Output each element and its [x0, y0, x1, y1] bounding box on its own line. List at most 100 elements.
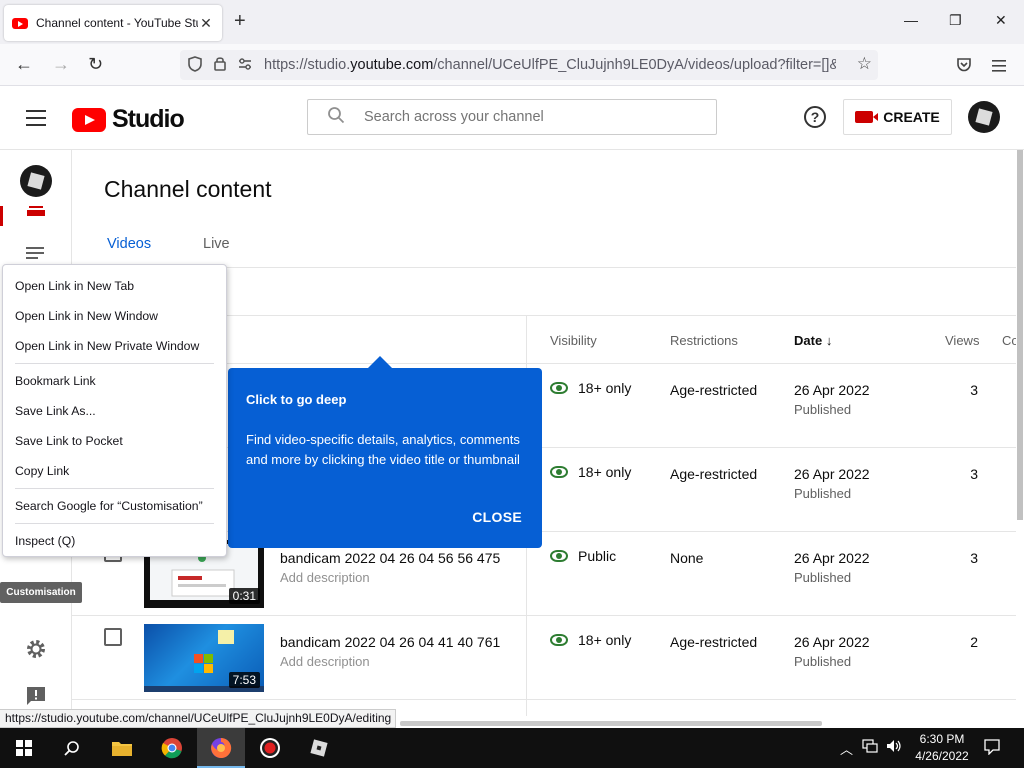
help-icon[interactable]: ?	[804, 106, 826, 128]
tray-chevron-icon[interactable]: ︿	[840, 739, 853, 758]
video-title[interactable]: bandicam 2022 04 26 04 56 56 475	[280, 550, 500, 566]
date-cell: 26 Apr 2022	[794, 634, 870, 650]
menu-icon[interactable]	[992, 56, 1006, 77]
windows-start-icon[interactable]	[0, 728, 48, 768]
video-description[interactable]: Add description	[280, 570, 370, 585]
youtube-play-icon	[72, 107, 106, 132]
permissions-icon[interactable]	[238, 57, 252, 73]
menu-separator	[15, 523, 214, 524]
views-cell: 3	[970, 550, 978, 566]
taskbar-search-icon[interactable]	[48, 728, 96, 768]
video-description[interactable]: Add description	[280, 654, 370, 669]
status-cell: Published	[794, 570, 852, 585]
menu-item-save-to-pocket[interactable]: Save Link to Pocket	[3, 426, 226, 456]
firefox-icon[interactable]	[197, 728, 245, 768]
callout-heading: Click to go deep	[246, 392, 347, 407]
customisation-tooltip: Customisation	[0, 582, 82, 603]
window-close-button[interactable]: ✕	[995, 12, 1007, 29]
feedback-icon[interactable]	[25, 685, 47, 707]
back-button[interactable]: ←	[15, 54, 33, 75]
restrictions-cell: None	[670, 550, 704, 566]
browser-tab[interactable]: Channel content - YouTube Stu ✕	[4, 5, 222, 41]
video-duration: 0:31	[228, 588, 260, 604]
menu-item-inspect[interactable]: Inspect (Q)	[3, 526, 226, 556]
network-icon[interactable]	[862, 739, 878, 756]
menu-item-search-google[interactable]: Search Google for “Customisation”	[3, 491, 226, 521]
menu-item-save-link-as[interactable]: Save Link As...	[3, 396, 226, 426]
column-views: Views	[945, 333, 980, 348]
tab-live[interactable]: Live	[203, 236, 230, 252]
views-cell: 2	[970, 634, 978, 650]
hamburger-menu-icon[interactable]	[26, 110, 46, 126]
roblox-icon[interactable]	[295, 728, 343, 768]
pocket-icon[interactable]	[956, 56, 972, 77]
browser-tab-bar: Channel content - YouTube Stu ✕ + — ❐ ✕	[0, 0, 1024, 44]
create-label: CREATE	[883, 109, 940, 125]
content-icon[interactable]	[25, 204, 47, 226]
search-input[interactable]	[364, 109, 694, 125]
menu-item-open-private-window[interactable]: Open Link in New Private Window	[3, 331, 226, 361]
context-menu: Open Link in New Tab Open Link in New Wi…	[2, 264, 227, 557]
search-icon[interactable]	[308, 106, 364, 129]
video-duration: 7:53	[228, 672, 260, 688]
menu-item-copy-link[interactable]: Copy Link	[3, 456, 226, 486]
horizontal-scrollbar[interactable]	[400, 721, 822, 726]
menu-item-open-new-window[interactable]: Open Link in New Window	[3, 301, 226, 331]
eye-icon	[550, 550, 568, 562]
callout-close-button[interactable]: CLOSE	[472, 509, 522, 525]
chrome-icon[interactable]	[148, 728, 196, 768]
new-tab-button[interactable]: +	[234, 10, 246, 33]
menu-item-open-new-tab[interactable]: Open Link in New Tab	[3, 271, 226, 301]
video-title[interactable]: bandicam 2022 04 26 04 41 40 761	[280, 634, 500, 650]
column-visibility: Visibility	[550, 333, 597, 348]
shield-icon[interactable]	[188, 55, 202, 75]
minimize-button[interactable]: —	[904, 12, 918, 28]
column-date[interactable]: Date ↓	[794, 333, 832, 348]
column-restrictions: Restrictions	[670, 333, 738, 348]
eye-icon	[550, 382, 568, 394]
tab-close-icon[interactable]: ✕	[198, 15, 214, 32]
settings-gear-icon[interactable]	[25, 638, 47, 660]
bandicam-record-icon[interactable]	[246, 728, 294, 768]
reload-button[interactable]: ↻	[88, 54, 103, 75]
video-thumbnail[interactable]: 7:53	[144, 624, 264, 692]
table-row[interactable]: 7:53 bandicam 2022 04 26 04 41 40 761 Ad…	[72, 615, 1016, 699]
restrictions-cell: Age-restricted	[670, 466, 758, 482]
url-text[interactable]: https://studio.youtube.com/channel/UCeUl…	[264, 57, 836, 73]
maximize-button[interactable]: ❐	[949, 12, 962, 29]
file-explorer-icon[interactable]	[98, 728, 146, 768]
callout-body: Find video-specific details, analytics, …	[246, 432, 520, 467]
restrictions-cell: Age-restricted	[670, 634, 758, 650]
channel-search[interactable]	[307, 99, 717, 135]
account-avatar[interactable]	[968, 101, 1000, 133]
visibility-cell[interactable]: 18+ only	[550, 632, 631, 648]
create-button[interactable]: CREATE	[843, 99, 952, 135]
status-cell: Published	[794, 654, 852, 669]
tab-videos[interactable]: Videos	[107, 236, 151, 252]
menu-separator	[15, 488, 214, 489]
scrollbar-thumb[interactable]	[1017, 150, 1023, 520]
views-cell: 3	[970, 382, 978, 398]
studio-header: Studio ? CREATE	[0, 86, 1024, 150]
forward-button[interactable]: →	[52, 54, 70, 75]
bookmark-star-icon[interactable]: ☆	[857, 54, 872, 74]
url-bar[interactable]: https://studio.youtube.com/channel/UCeUl…	[180, 50, 878, 80]
status-cell: Published	[794, 486, 852, 501]
page-title: Channel content	[104, 176, 272, 202]
notifications-icon[interactable]	[984, 739, 1000, 758]
system-clock[interactable]: 6:30 PM 4/26/2022	[912, 731, 972, 765]
sort-arrow-icon: ↓	[825, 333, 833, 348]
row-checkbox[interactable]	[104, 628, 122, 646]
visibility-cell[interactable]: 18+ only	[550, 464, 631, 480]
visibility-cell[interactable]: Public	[550, 548, 616, 564]
vertical-scrollbar[interactable]	[1016, 150, 1024, 710]
channel-avatar[interactable]	[20, 165, 52, 197]
visibility-cell[interactable]: 18+ only	[550, 380, 631, 396]
status-bar-url: https://studio.youtube.com/channel/UCeUl…	[0, 709, 396, 728]
onboarding-callout: Click to go deep Find video-specific det…	[228, 356, 542, 548]
status-cell: Published	[794, 402, 852, 417]
menu-item-bookmark-link[interactable]: Bookmark Link	[3, 366, 226, 396]
studio-logo[interactable]: Studio	[72, 105, 185, 134]
lock-icon[interactable]	[214, 56, 226, 74]
volume-icon[interactable]	[886, 739, 902, 756]
